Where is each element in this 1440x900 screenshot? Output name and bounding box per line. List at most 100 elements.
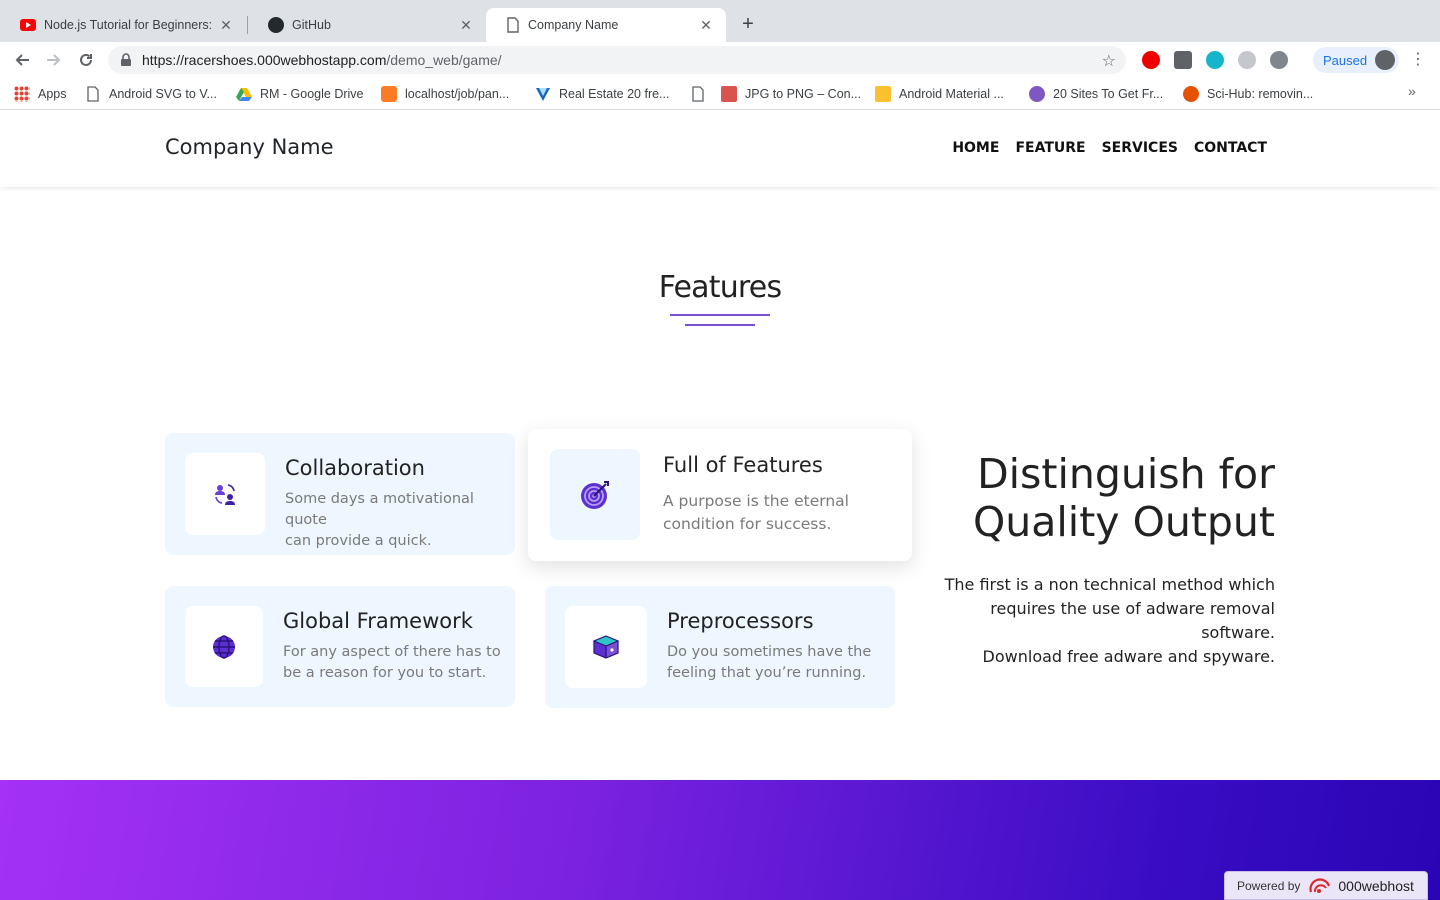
main-nav: HOME FEATURE SERVICES CONTACT: [952, 140, 1267, 156]
card-text-line: A purpose is the eternal: [663, 492, 849, 510]
youtube-icon: [20, 19, 36, 31]
bookmark-document[interactable]: [690, 84, 714, 104]
new-tab-button[interactable]: +: [737, 13, 759, 35]
feature-card-preprocessors[interactable]: Preprocessors Do you sometimes have the …: [545, 586, 895, 708]
tab-title: GitHub: [292, 18, 331, 32]
card-text-line: condition for success.: [663, 515, 832, 533]
password-extension-icon[interactable]: [1174, 51, 1192, 69]
github-icon: [268, 17, 284, 33]
target-icon: [581, 480, 609, 509]
profile-status: Paused: [1323, 52, 1368, 68]
card-text-line: Some days a motivational quote: [285, 491, 474, 528]
globe-extension-icon[interactable]: [1238, 51, 1256, 69]
collaboration-icon: [215, 484, 235, 505]
close-tab-icon[interactable]: ✕: [698, 17, 714, 33]
description-line: Download free adware and spyware.: [982, 647, 1275, 666]
bookmark-localhost[interactable]: localhost/job/pan...: [381, 84, 509, 104]
url-host: https://racershoes.000webhostapp.com: [142, 52, 387, 68]
lock-icon: [121, 53, 131, 66]
icon-box: [185, 606, 263, 687]
sci-hub-icon: [1183, 86, 1199, 102]
more-bookmarks-icon[interactable]: »: [1408, 83, 1416, 99]
bookmark-label: RM - Google Drive: [260, 87, 364, 101]
card-text: Some days a motivational quote can provi…: [285, 489, 515, 552]
icon-box: [550, 449, 640, 540]
powered-by-brand: 000webhost: [1338, 877, 1414, 894]
close-tab-icon[interactable]: ✕: [218, 17, 234, 33]
tab-title: Company Name: [528, 18, 619, 32]
heading-line: Quality Output: [973, 498, 1275, 546]
tab-title: Node.js Tutorial for Beginners:: [44, 18, 213, 32]
close-tab-icon[interactable]: ✕: [458, 17, 474, 33]
card-title: Global Framework: [283, 609, 473, 633]
feature-card-collaboration[interactable]: Collaboration Some days a motivational q…: [165, 433, 515, 555]
tab-nodejs-tutorial[interactable]: Node.js Tutorial for Beginners: ✕: [0, 8, 246, 42]
bookmark-android-material[interactable]: Android Material ...: [875, 84, 1004, 104]
site-brand[interactable]: Company Name: [165, 135, 334, 159]
powered-by-label: Powered by: [1237, 878, 1301, 893]
bookmark-label: Real Estate 20 fre...: [559, 87, 670, 101]
distinguish-description: The first is a non technical method whic…: [915, 573, 1275, 669]
nav-contact[interactable]: CONTACT: [1194, 140, 1267, 156]
tab-company-name[interactable]: Company Name ✕: [486, 8, 726, 42]
card-text: Do you sometimes have the feeling that y…: [667, 642, 871, 684]
bookmark-sci-hub[interactable]: Sci-Hub: removin...: [1183, 84, 1313, 104]
bookmark-apps[interactable]: Apps: [14, 84, 67, 104]
card-text: A purpose is the eternal condition for s…: [663, 490, 849, 536]
browser-tab-bar: Node.js Tutorial for Beginners: ✕ GitHub…: [0, 0, 1440, 42]
features-title: Features: [658, 270, 782, 305]
bookmark-20-sites[interactable]: 20 Sites To Get Fr...: [1029, 84, 1163, 104]
reload-button[interactable]: [74, 48, 98, 72]
xampp-icon: [381, 86, 397, 102]
icon-box: [565, 606, 647, 688]
forward-button[interactable]: [42, 48, 66, 72]
vuetify-icon: [536, 88, 550, 101]
nav-home[interactable]: HOME: [952, 140, 999, 156]
profile-button[interactable]: Paused: [1313, 47, 1399, 73]
back-button[interactable]: [10, 48, 34, 72]
bookmark-label: JPG to PNG – Con...: [745, 87, 862, 101]
feature-card-global-framework[interactable]: Global Framework For any aspect of there…: [165, 586, 515, 707]
card-text-line: be a reason for you to start.: [283, 665, 487, 681]
card-text-line: feeling that you’re running.: [667, 665, 867, 681]
feature-card-full-of-features[interactable]: Full of Features A purpose is the eterna…: [528, 429, 912, 561]
browser-menu-icon[interactable]: ⋮: [1410, 50, 1426, 70]
bookmark-label: Sci-Hub: removin...: [1207, 87, 1314, 101]
google-drive-icon: [236, 88, 252, 101]
card-title: Preprocessors: [667, 609, 814, 633]
nav-services[interactable]: SERVICES: [1102, 140, 1178, 156]
title-underline: [685, 324, 755, 326]
address-bar[interactable]: https://racershoes.000webhostapp.com/dem…: [108, 46, 1126, 74]
material-icon: [875, 86, 891, 102]
bookmark-android-svg[interactable]: Android SVG to V...: [85, 84, 217, 104]
bookmark-label: 20 Sites To Get Fr...: [1053, 87, 1164, 101]
card-title: Full of Features: [663, 453, 823, 477]
bookmark-star-icon[interactable]: ☆: [1102, 51, 1116, 71]
bookmark-real-estate[interactable]: Real Estate 20 fre...: [535, 84, 669, 104]
document-icon: [507, 17, 519, 33]
card-text-line: can provide a quick.: [285, 533, 432, 549]
bookmark-google-drive[interactable]: RM - Google Drive: [236, 84, 364, 104]
tab-github[interactable]: GitHub ✕: [248, 8, 486, 42]
powered-by-badge[interactable]: Powered by 000webhost: [1224, 871, 1428, 900]
heading-line: Distinguish for: [977, 450, 1275, 498]
react-devtools-icon[interactable]: [1206, 51, 1224, 69]
card-text-line: For any aspect of there has to: [283, 644, 501, 660]
apps-grid-icon: [14, 86, 30, 102]
bookmark-jpg-to-png[interactable]: JPG to PNG – Con...: [721, 84, 861, 104]
bookmark-label: localhost/job/pan...: [405, 87, 510, 101]
reload-icon: [80, 53, 92, 66]
site-header: Company Name HOME FEATURE SERVICES CONTA…: [0, 111, 1440, 187]
document-icon: [87, 86, 99, 102]
globe-icon: [213, 634, 235, 659]
adblock-extension-icon[interactable]: [1142, 51, 1160, 69]
browser-toolbar: https://racershoes.000webhostapp.com/dem…: [0, 42, 1440, 78]
card-text-line: Do you sometimes have the: [667, 644, 872, 660]
arrow-left-icon: [15, 54, 29, 66]
description-line: requires the use of adware removal softw…: [990, 599, 1275, 642]
settings-extension-icon[interactable]: [1270, 51, 1288, 69]
globe-icon: [1029, 86, 1045, 102]
document-icon: [692, 86, 704, 102]
nav-feature[interactable]: FEATURE: [1015, 140, 1085, 156]
bookmark-label: Apps: [38, 87, 67, 101]
